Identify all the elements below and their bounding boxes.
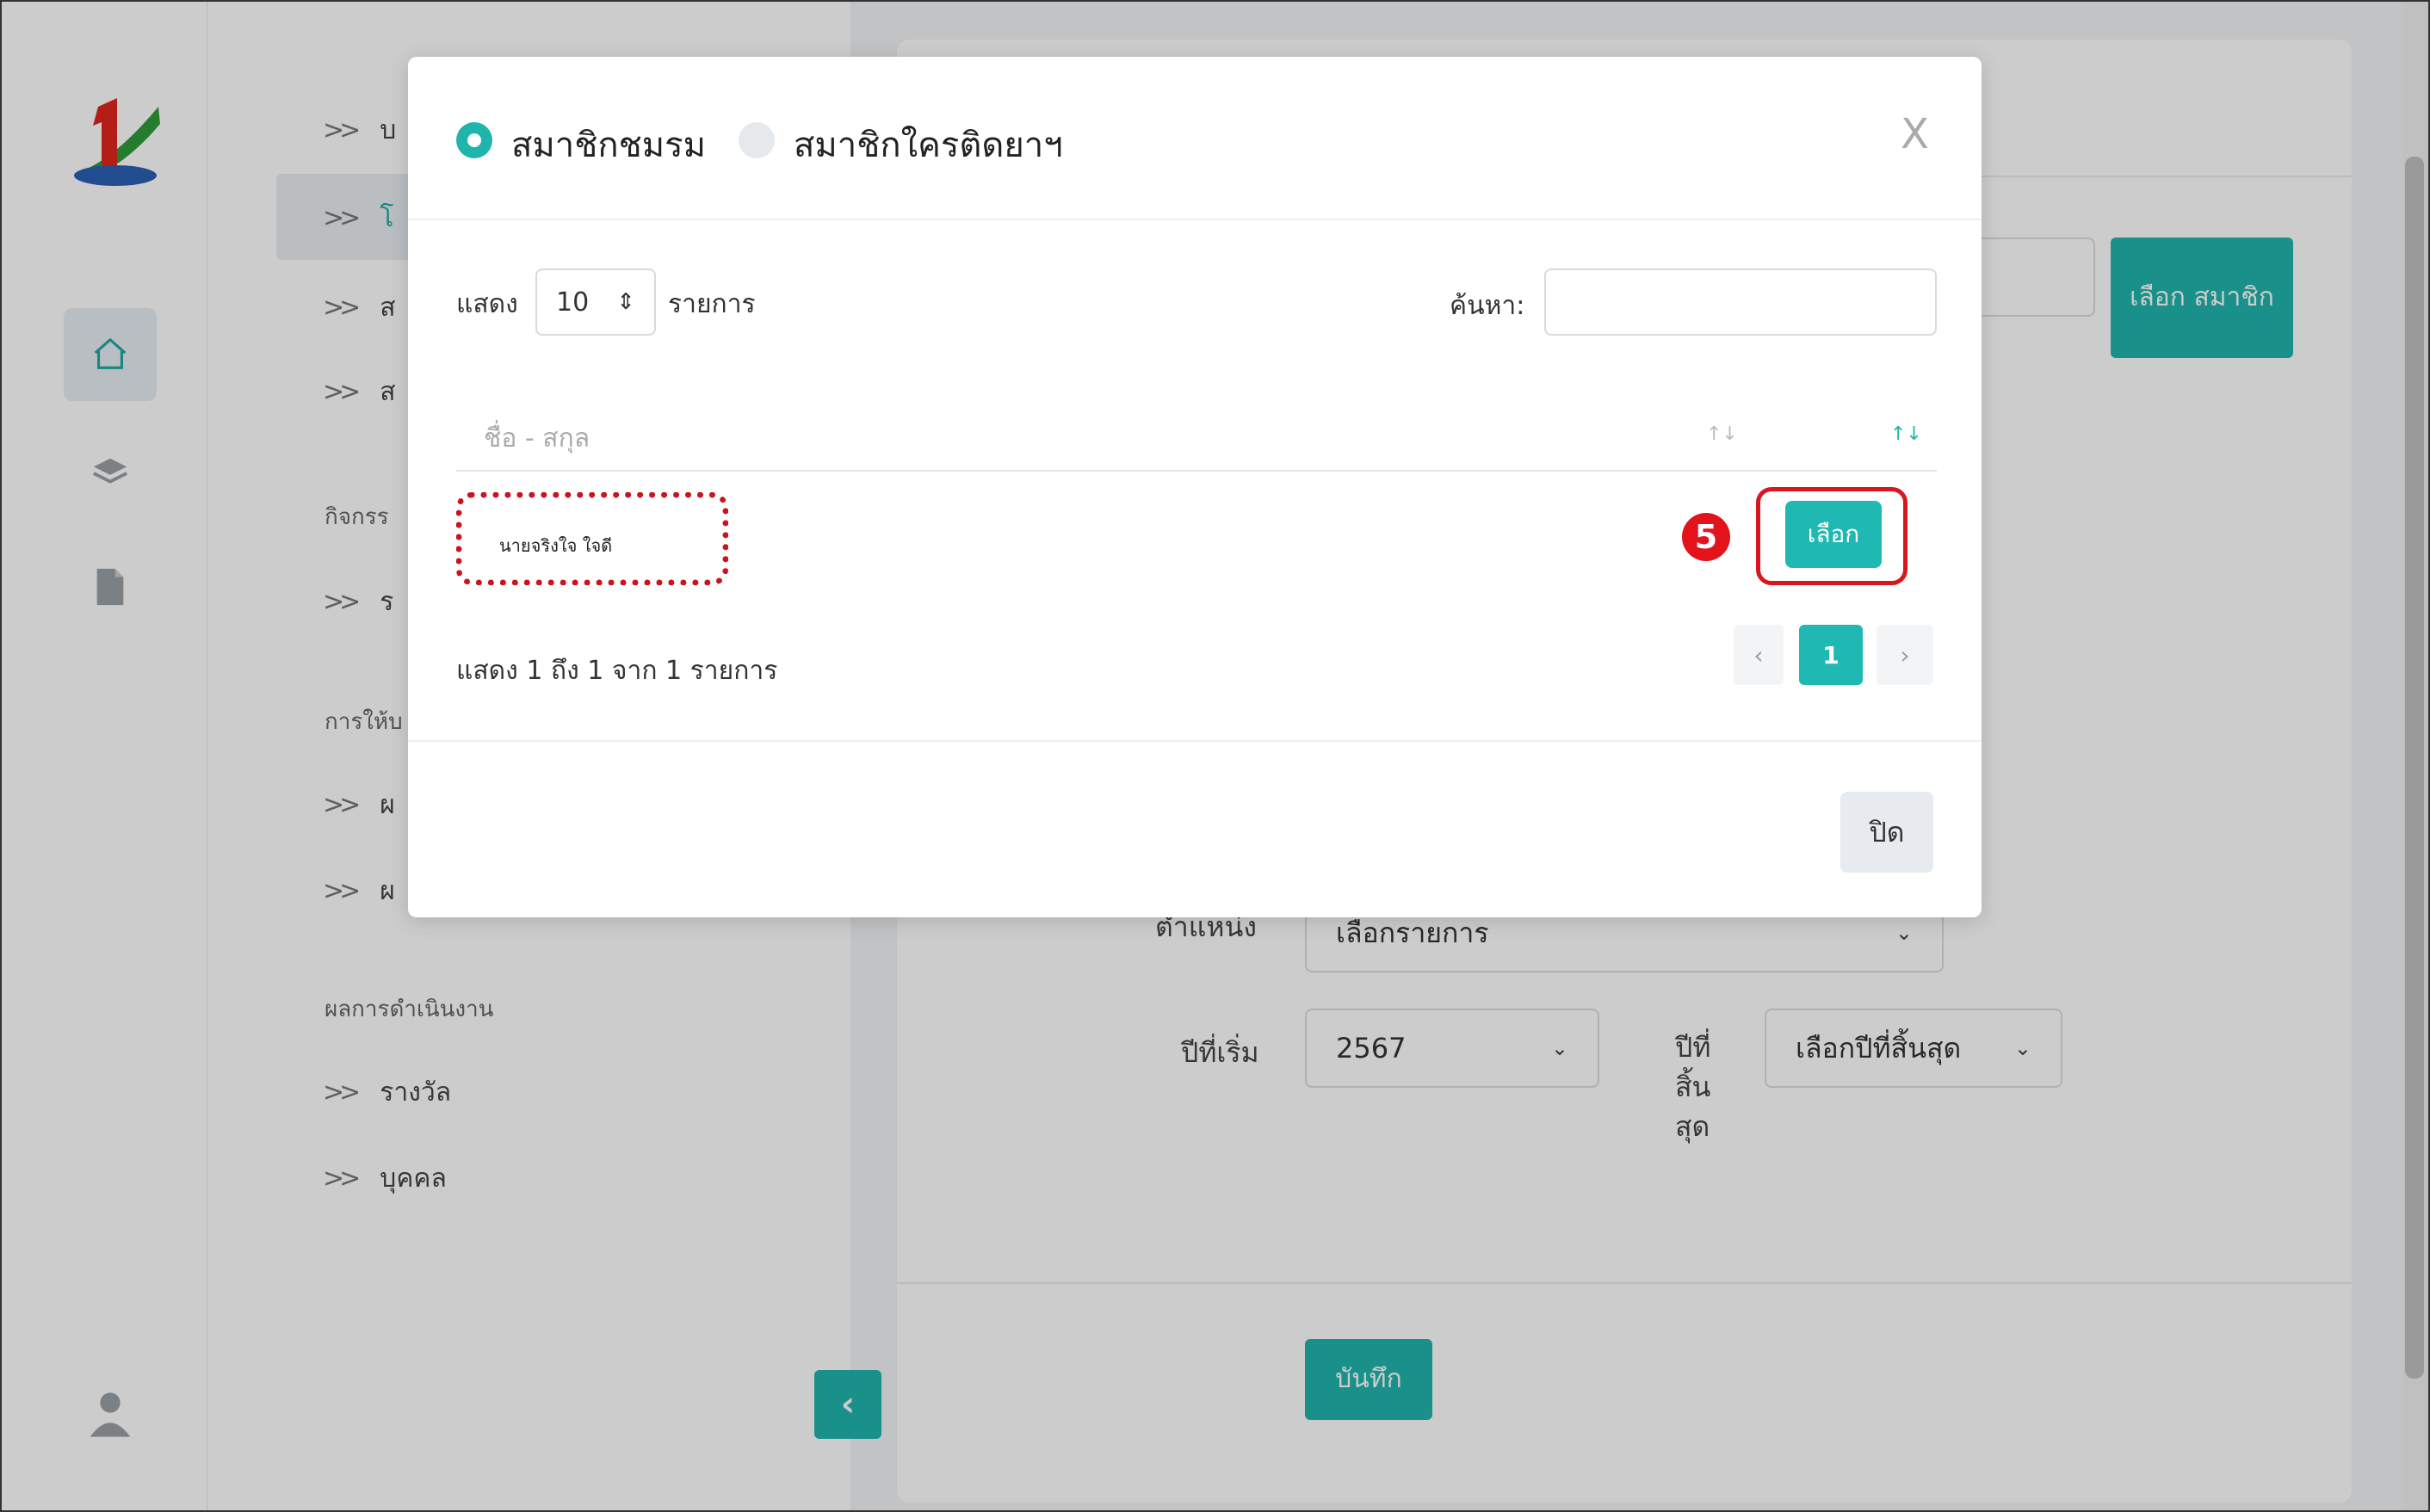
modal-footer-divider	[408, 740, 1982, 742]
step-badge: 5	[1682, 513, 1730, 561]
length-suffix: รายการ	[668, 289, 756, 319]
member-picker-modal: สมาชิกชมรม สมาชิกใครติดยาฯ X แสดง 10 ⇕ รา…	[408, 57, 1982, 917]
pagination-prev[interactable]: ‹	[1734, 625, 1784, 685]
radio-club-members-label[interactable]: สมาชิกชมรม	[511, 117, 706, 172]
close-button[interactable]: ปิด	[1840, 792, 1933, 873]
sort-icon[interactable]: ↑↓	[1706, 423, 1738, 445]
pagination-page-1[interactable]: 1	[1799, 625, 1863, 685]
table-info: แสดง 1 ถึง 1 จาก 1 รายการ	[456, 656, 778, 686]
length-prefix: แสดง	[456, 289, 518, 319]
page-length-select[interactable]: 10 ⇕	[535, 268, 656, 336]
table-row-name: นายจริงใจ ใจดี	[499, 535, 613, 556]
search-label: ค้นหา:	[1450, 291, 1525, 321]
select-row-button[interactable]: เลือก	[1785, 501, 1882, 568]
app-window: >> บ >> โ >> ส >> ส กิจกรร >> ร การให้บ >> ผ >…	[0, 0, 2430, 1512]
close-icon[interactable]: X	[1901, 110, 1929, 158]
column-name-header[interactable]: ชื่อ - สกุล	[484, 418, 590, 459]
radio-drug-members[interactable]	[739, 122, 775, 158]
sort-arrows-icon: ⇕	[616, 289, 635, 315]
pagination-next[interactable]: ›	[1877, 625, 1933, 685]
radio-club-members[interactable]	[456, 122, 492, 158]
table-header: ชื่อ - สกุล ↑↓ ↑↓	[456, 398, 1937, 472]
sort-active-icon[interactable]: ↑↓	[1890, 423, 1922, 445]
search-input[interactable]	[1544, 268, 1937, 336]
modal-header: สมาชิกชมรม สมาชิกใครติดยาฯ X	[408, 57, 1982, 220]
page-length-value: 10	[556, 287, 590, 318]
radio-drug-members-label[interactable]: สมาชิกใครติดยาฯ	[794, 117, 1063, 172]
